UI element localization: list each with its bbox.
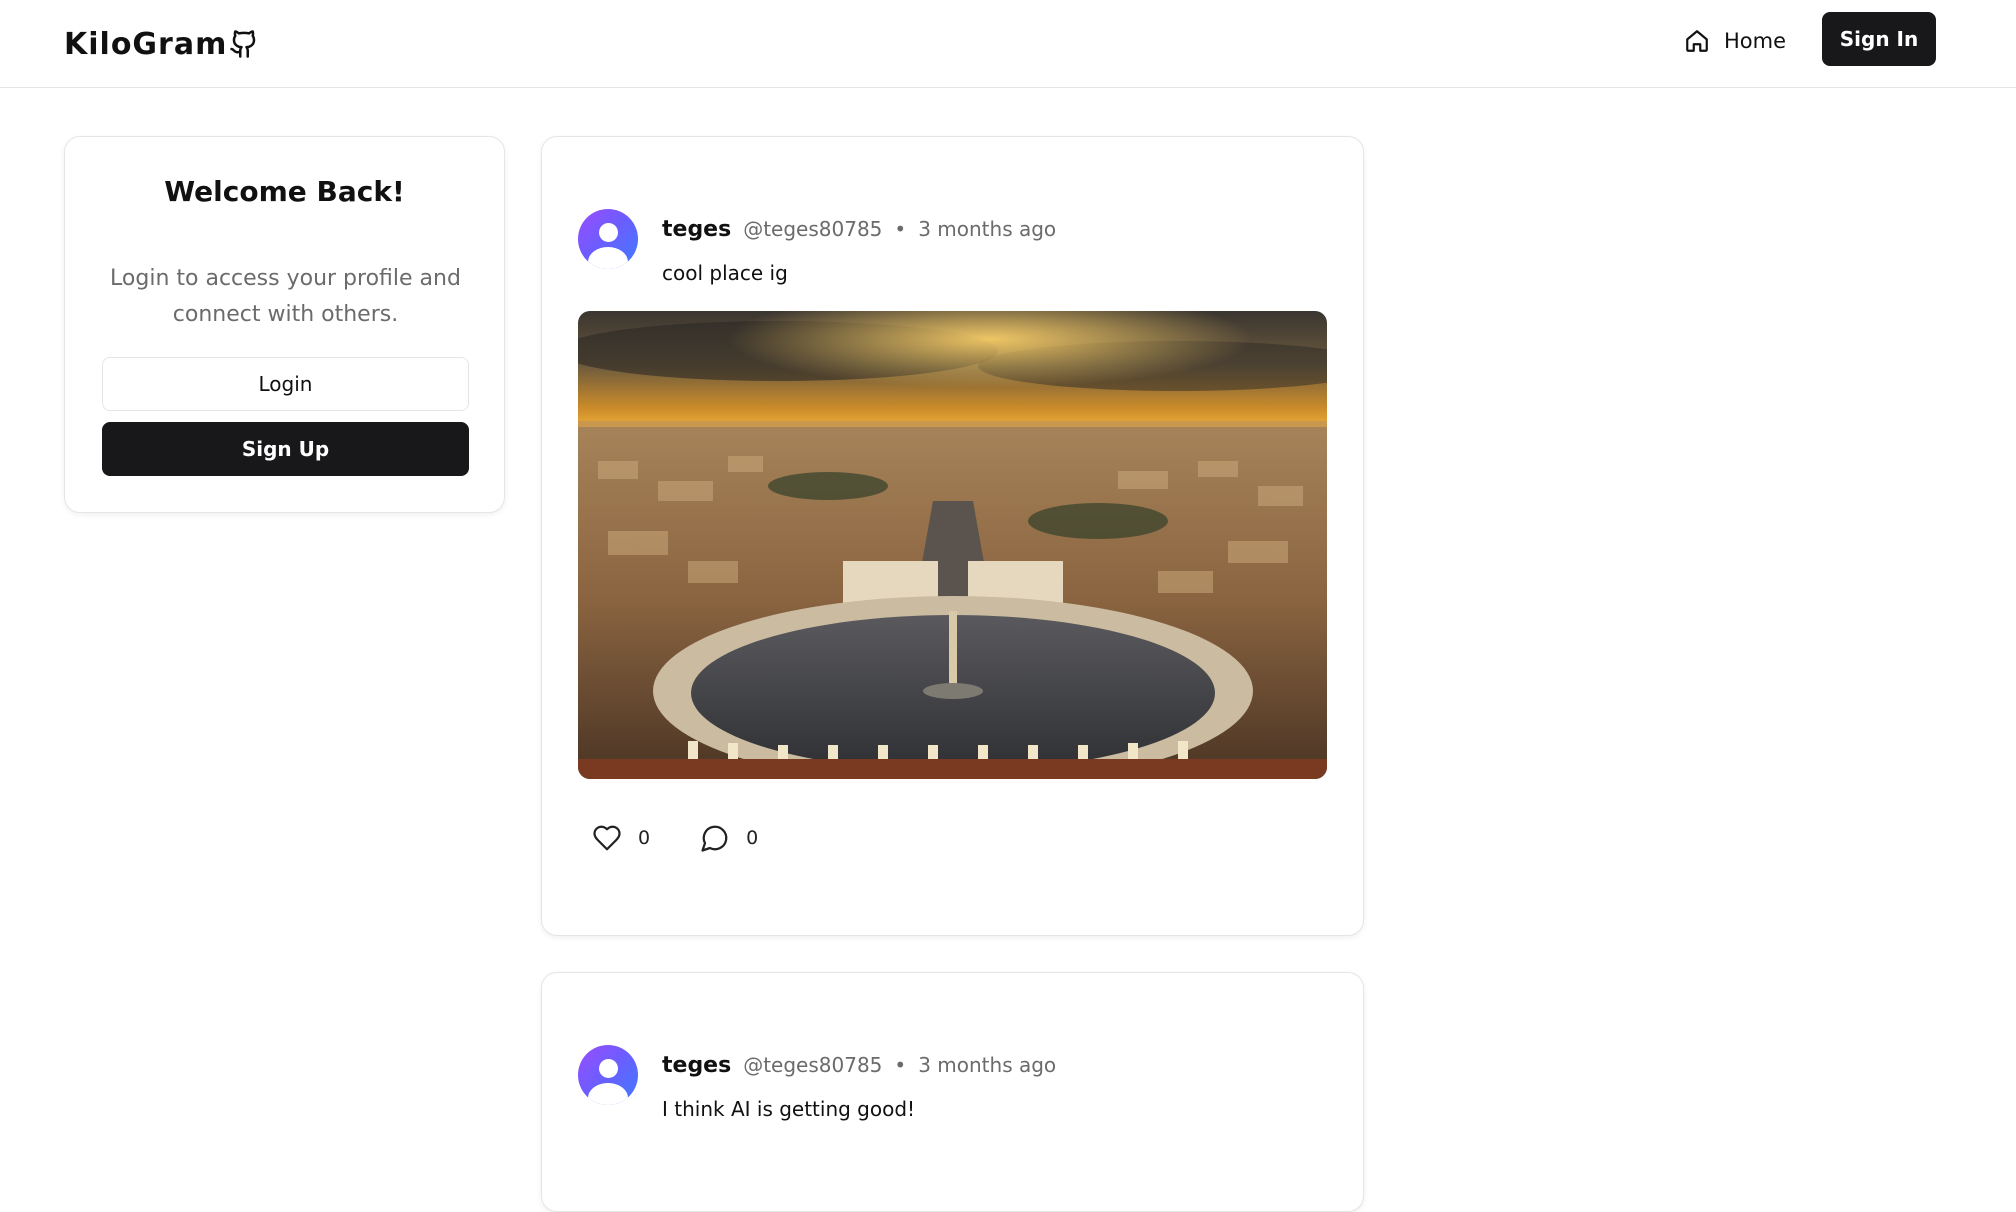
- post-meta: teges @teges80785 • 3 months ago: [662, 217, 1056, 242]
- sign-up-button[interactable]: Sign Up: [102, 422, 469, 476]
- post-card: teges @teges80785 • 3 months ago I think…: [541, 972, 1364, 1212]
- post-username[interactable]: teges: [662, 217, 731, 242]
- post-text: cool place ig: [662, 261, 788, 285]
- top-navbar: KiloGram Home Sign In: [0, 0, 2016, 88]
- welcome-subtitle: Login to access your profile and connect…: [110, 266, 461, 327]
- home-icon: [1686, 30, 1708, 52]
- nav-home-link[interactable]: Home: [1684, 20, 1786, 62]
- post-handle: @teges80785: [743, 1053, 883, 1077]
- comment-icon: [701, 825, 728, 852]
- avatar[interactable]: [578, 1045, 638, 1105]
- github-icon: [230, 30, 256, 58]
- post-handle: @teges80785: [743, 217, 883, 241]
- post-time: 3 months ago: [918, 1053, 1057, 1077]
- post-text: I think AI is getting good!: [662, 1097, 916, 1121]
- like-button[interactable]: 0: [592, 823, 650, 853]
- avatar[interactable]: [578, 209, 638, 269]
- welcome-card: Welcome Back! Login to access your profi…: [64, 136, 505, 513]
- post-meta: teges @teges80785 • 3 months ago: [662, 1053, 1056, 1078]
- brand-logo[interactable]: KiloGram: [64, 22, 259, 66]
- comment-count: 0: [746, 827, 759, 849]
- sign-in-button[interactable]: Sign In: [1822, 12, 1936, 66]
- post-photo: [578, 311, 1327, 779]
- post-actions: 0 0: [592, 823, 758, 853]
- comment-button[interactable]: 0: [700, 823, 758, 853]
- welcome-title: Welcome Back!: [164, 175, 405, 208]
- post-image[interactable]: [578, 311, 1327, 779]
- heart-icon: [593, 825, 621, 851]
- login-button[interactable]: Login: [102, 357, 469, 411]
- nav-home-label: Home: [1724, 29, 1787, 53]
- brand-name: KiloGram: [64, 26, 228, 62]
- meta-separator: •: [894, 1053, 907, 1077]
- meta-separator: •: [894, 217, 907, 241]
- post-time: 3 months ago: [918, 217, 1057, 241]
- like-count: 0: [638, 827, 651, 849]
- post-card: teges @teges80785 • 3 months ago cool pl…: [541, 136, 1364, 936]
- post-username[interactable]: teges: [662, 1053, 731, 1078]
